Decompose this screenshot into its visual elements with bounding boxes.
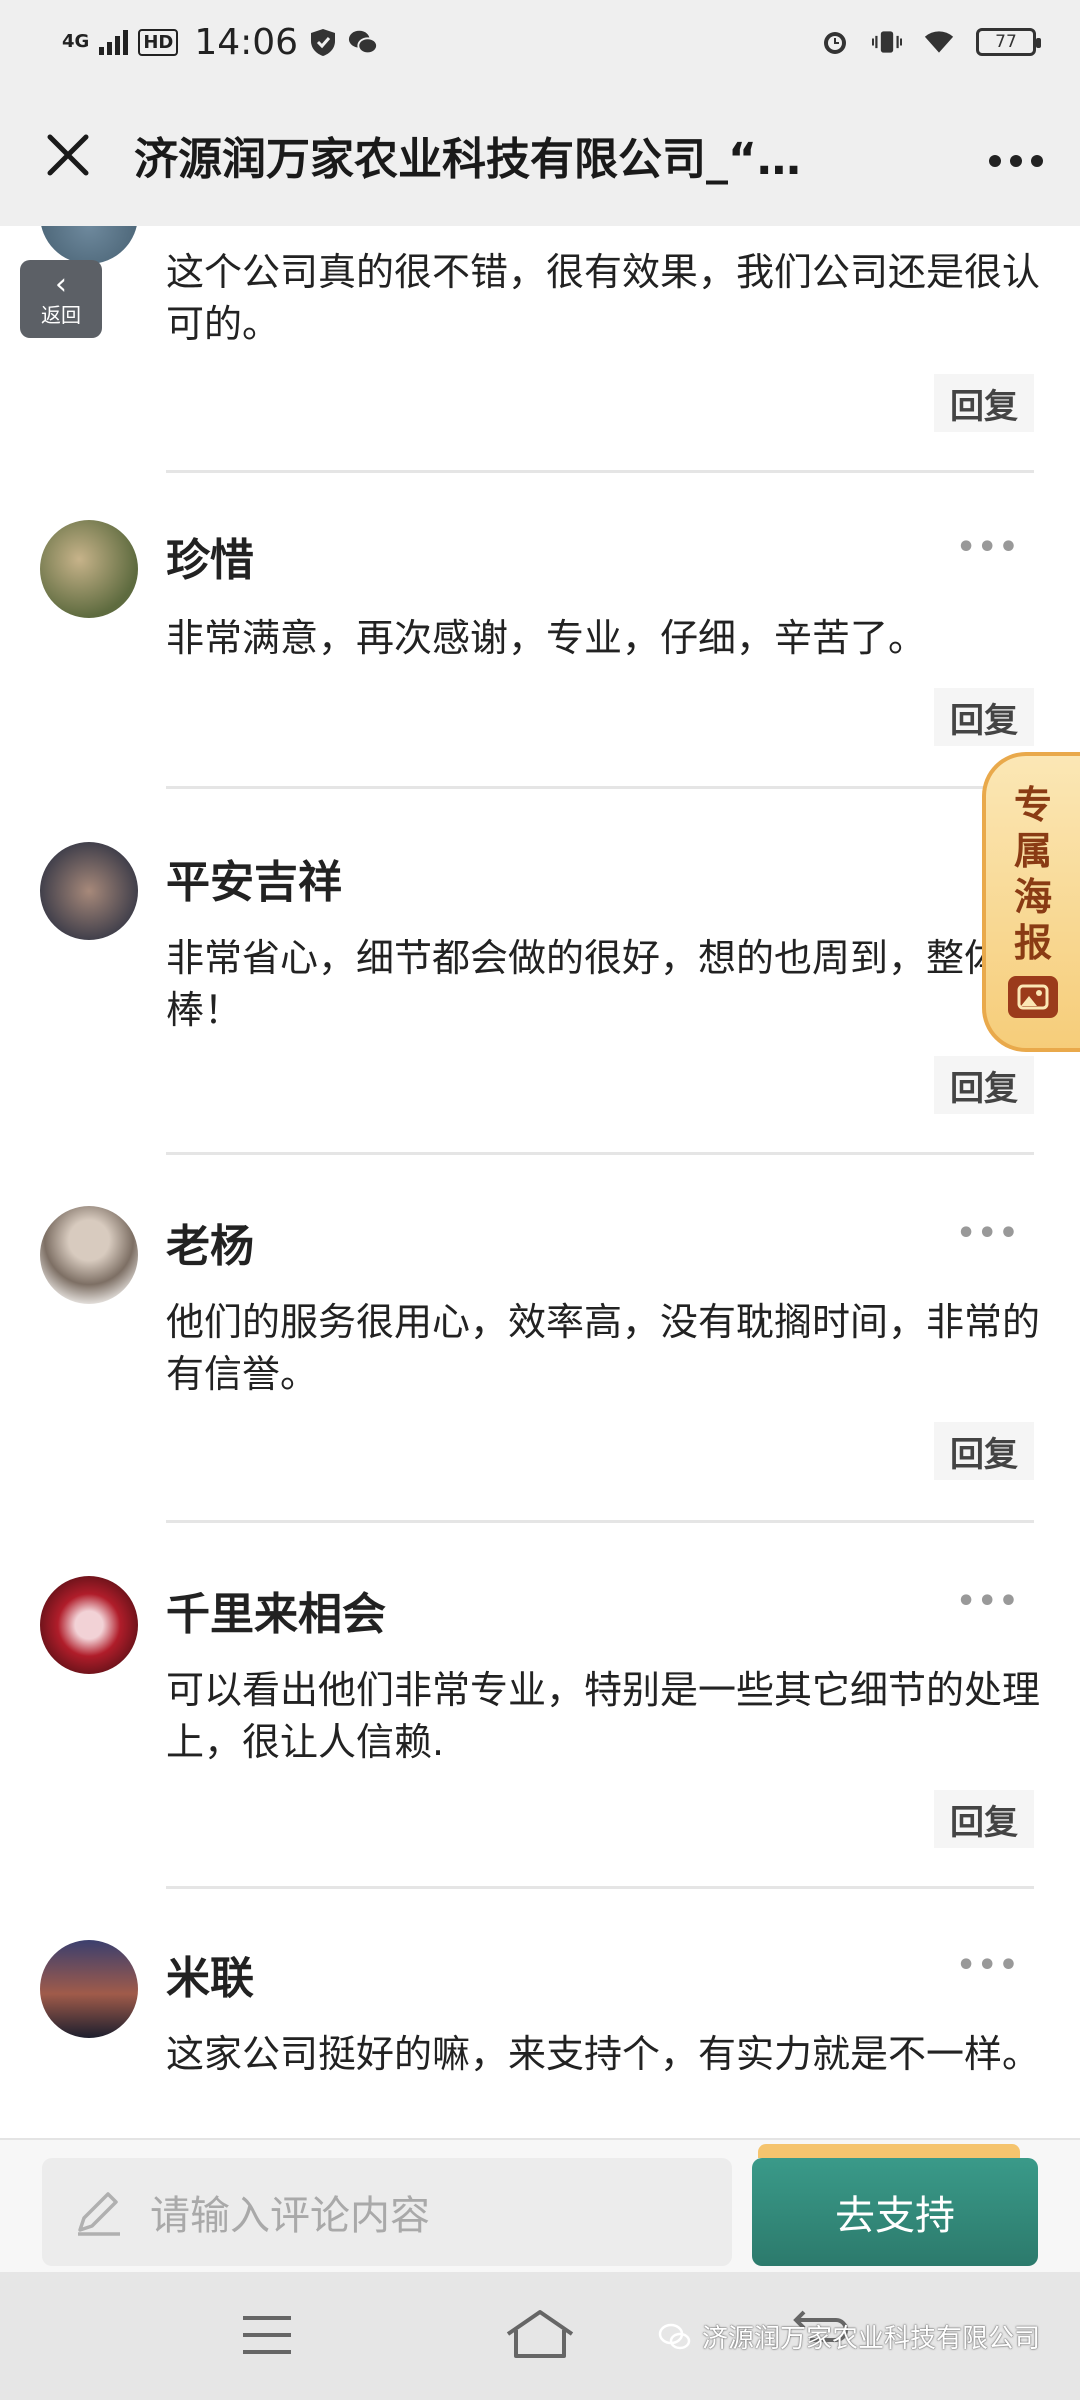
reply-button[interactable]: 回复 (934, 1056, 1034, 1114)
comment-input[interactable]: 请输入评论内容 (42, 2158, 732, 2266)
list-item: 米联 ••• 这家公司挺好的嘛，来支持个，有实力就是不一样。 (0, 1888, 1080, 2138)
signal-icon (99, 29, 129, 55)
wechat-logo-icon (658, 2323, 691, 2349)
list-item: 平安吉祥 非常省心，细节都会做的很好，想的也周到，整体很棒！ 回复 (0, 788, 1080, 1156)
battery-indicator: 77 (976, 28, 1041, 56)
page-title: 济源润万家农业科技有限公司_“… (134, 134, 801, 185)
support-button[interactable]: 去支持 (752, 2158, 1038, 2266)
comment-text: 可以看出他们非常专业，特别是一些其它细节的处理上，很让人信赖. (166, 1668, 1041, 1764)
hd-badge: HD (138, 28, 179, 56)
comment-text: 非常满意，再次感谢，专业，仔细，辛苦了。 (166, 616, 927, 660)
more-icon (989, 155, 1043, 167)
menu-icon (243, 2316, 291, 2354)
exclusive-poster-button[interactable]: 专属海报 (982, 752, 1080, 1052)
list-item: 老杨 ••• 他们的服务很用心，效率高，没有耽搁时间，非常的有信誉。 回复 (0, 1154, 1080, 1524)
comment-list: 这个公司真的很不错，很有效果，我们公司还是很认可的。 回复 珍惜 ••• 非常满… (0, 226, 1080, 2138)
close-icon (47, 134, 89, 176)
commenter-name: 老杨 (166, 1221, 254, 1272)
commenter-name: 千里来相会 (166, 1589, 386, 1640)
shield-icon (308, 27, 338, 57)
more-options-icon[interactable]: ••• (956, 1216, 1020, 1251)
avatar[interactable] (40, 1940, 138, 2038)
chevron-left-icon: ‹ (55, 266, 67, 302)
comment-text: 这家公司挺好的嘛，来支持个，有实力就是不一样。 (166, 2032, 1041, 2076)
avatar[interactable] (40, 842, 138, 940)
watermark-text: 济源润万家农业科技有限公司 (701, 2324, 1040, 2354)
system-nav-bar: 济源润万家农业科技有限公司 (0, 2272, 1080, 2400)
page: 4G HD 14:06 77 济源润万家农业科技有限公司_“… 这个公司真的很不… (0, 0, 1080, 2400)
reply-button[interactable]: 回复 (934, 1790, 1034, 1848)
close-button[interactable] (36, 123, 100, 187)
reply-button[interactable]: 回复 (934, 1422, 1034, 1480)
avatar[interactable] (40, 1576, 138, 1674)
reply-button[interactable]: 回复 (934, 374, 1034, 432)
pencil-icon (78, 2192, 120, 2236)
commenter-name: 平安吉祥 (166, 857, 342, 908)
poster-label: 专属海报 (1013, 783, 1052, 965)
wechat-icon (348, 27, 379, 57)
list-item: 千里来相会 ••• 可以看出他们非常专业，特别是一些其它细节的处理上，很让人信赖… (0, 1522, 1080, 1889)
watermark: 济源润万家农业科技有限公司 (658, 2318, 1040, 2355)
commenter-name: 珍惜 (166, 535, 254, 586)
list-item: 珍惜 ••• 非常满意，再次感谢，专业，仔细，辛苦了。 回复 (0, 474, 1080, 840)
commenter-name: 米联 (166, 1953, 254, 2004)
alarm-icon (820, 27, 850, 57)
home-button[interactable] (504, 2308, 576, 2360)
status-bar: 4G HD 14:06 77 (0, 0, 1080, 84)
comment-text: 他们的服务很用心，效率高，没有耽搁时间，非常的有信誉。 (166, 1300, 1041, 1396)
menu-button[interactable] (240, 2312, 294, 2358)
avatar[interactable] (40, 1206, 138, 1304)
wifi-icon (924, 27, 954, 57)
title-bar: 济源润万家农业科技有限公司_“… (0, 84, 1080, 226)
back-label: 返回 (41, 302, 81, 327)
network-type: 4G (62, 31, 90, 52)
comment-text: 这个公司真的很不错，很有效果，我们公司还是很认可的。 (166, 250, 1041, 346)
list-item: 这个公司真的很不错，很有效果，我们公司还是很认可的。 回复 (0, 226, 1080, 473)
reply-button[interactable]: 回复 (934, 688, 1034, 746)
more-options-icon[interactable]: ••• (956, 1948, 1020, 1983)
image-icon (1008, 976, 1058, 1018)
avatar[interactable] (40, 226, 138, 264)
back-button[interactable]: ‹ 返回 (20, 260, 102, 338)
vibrate-icon (872, 27, 902, 57)
comment-placeholder: 请输入评论内容 (150, 2193, 430, 2239)
more-options-button[interactable] (988, 132, 1044, 178)
support-tab-decoration (758, 2144, 1020, 2158)
avatar[interactable] (40, 520, 138, 618)
home-icon (506, 2310, 574, 2358)
more-options-icon[interactable]: ••• (956, 530, 1020, 565)
comment-bar: 请输入评论内容 去支持 (0, 2138, 1080, 2272)
divider (166, 470, 1034, 473)
comment-text: 非常省心，细节都会做的很好，想的也周到，整体很棒！ (166, 936, 1041, 1032)
more-options-icon[interactable]: ••• (956, 1584, 1020, 1619)
clock: 14:06 (194, 21, 299, 63)
